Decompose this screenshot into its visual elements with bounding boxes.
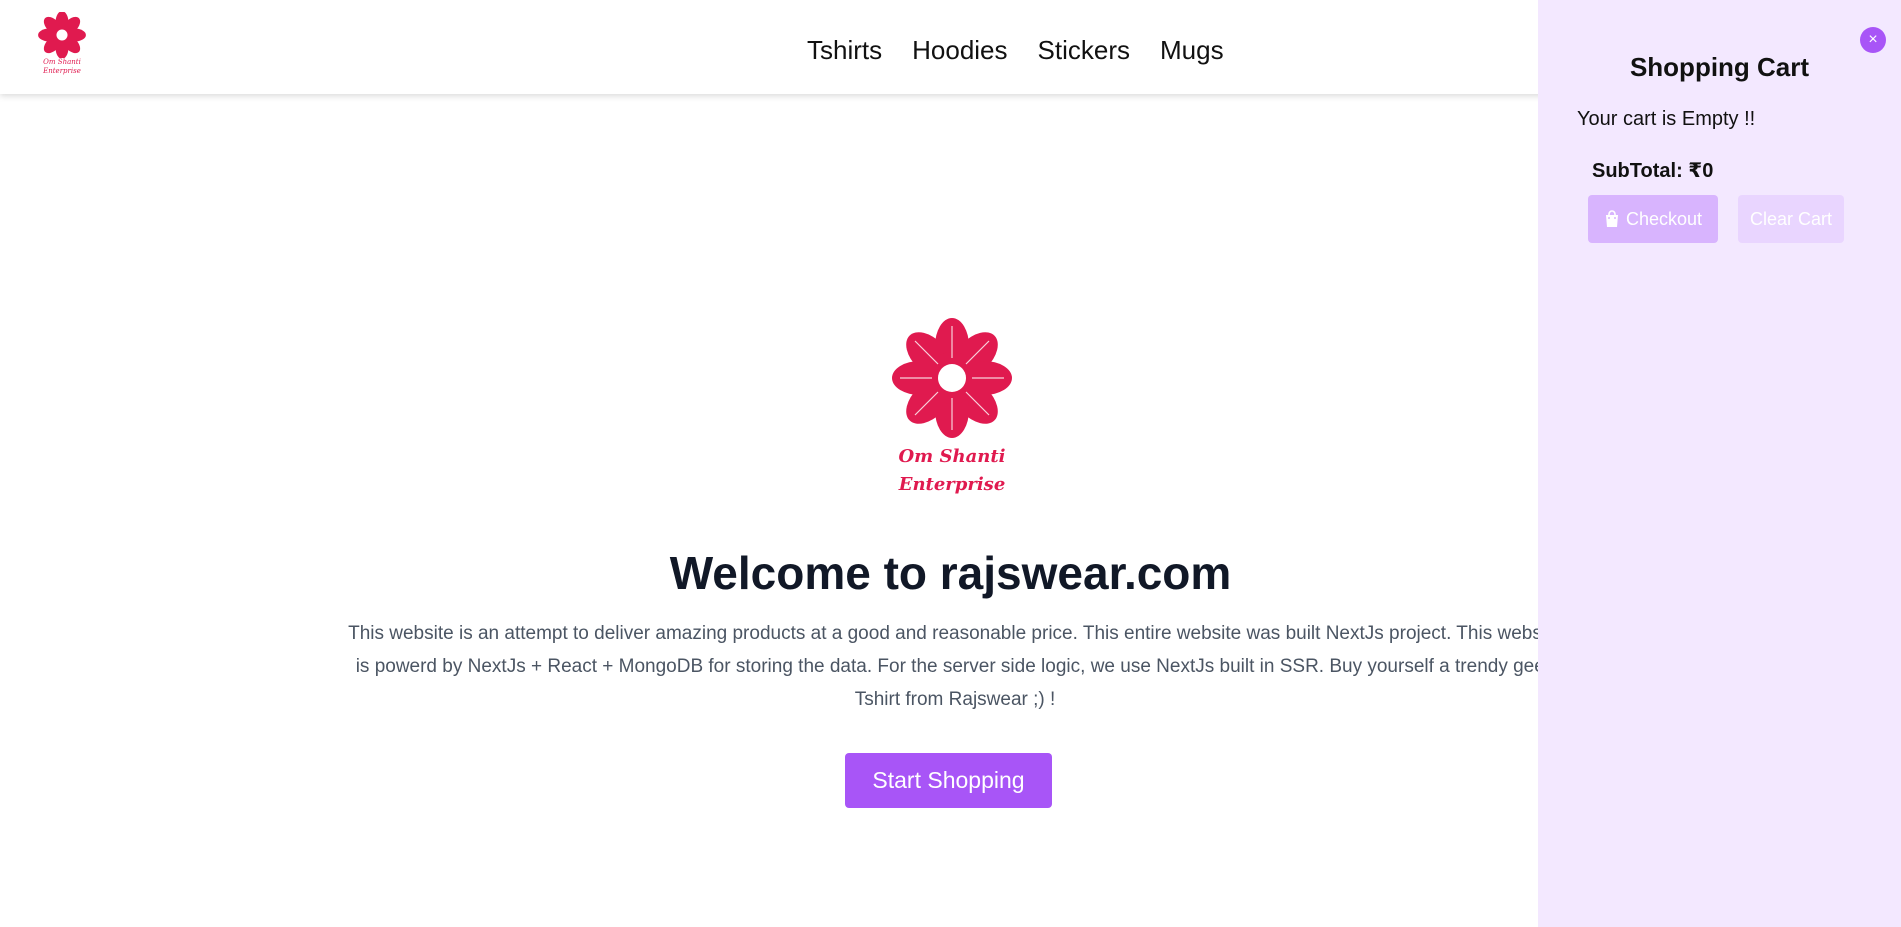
- cart-title: Shopping Cart: [1629, 52, 1810, 82]
- nav-mugs[interactable]: Mugs: [1160, 33, 1224, 67]
- nav-stickers[interactable]: Stickers: [1038, 33, 1130, 67]
- nav-hoodies[interactable]: Hoodies: [912, 33, 1007, 67]
- start-shopping-button[interactable]: Start Shopping: [845, 753, 1052, 808]
- cart-empty-message: Your cart is Empty !!: [1577, 108, 1756, 130]
- shopping-bag-icon: [1605, 210, 1618, 227]
- main-nav: Tshirts Hoodies Stickers Mugs: [807, 33, 1224, 67]
- checkout-button[interactable]: Checkout: [1588, 195, 1718, 243]
- logo-text: Om Shanti Enterprise: [38, 58, 86, 76]
- checkout-label: Checkout: [1625, 208, 1703, 229]
- hero-logo: Om Shanti Enterprise: [892, 318, 1012, 499]
- hero-logo-text: Om Shanti Enterprise: [892, 443, 1012, 499]
- hero-logo-text-line2: Enterprise: [898, 474, 1006, 495]
- logo-text-line2: Enterprise: [43, 67, 81, 75]
- shopping-cart-sidebar: [1538, 0, 1901, 927]
- hero-description: This website is an attempt to deliver am…: [348, 623, 1562, 710]
- brand-logo[interactable]: Om Shanti Enterprise: [38, 12, 86, 84]
- hero-logo-text-line1: Om Shanti: [898, 446, 1006, 467]
- nav-tshirts[interactable]: Tshirts: [807, 33, 882, 67]
- flower-logo-icon: [38, 12, 86, 58]
- logo-text-line1: Om Shanti: [43, 58, 81, 66]
- clear-cart-button[interactable]: Clear Cart: [1738, 195, 1844, 243]
- cart-subtotal: SubTotal: ₹0: [1592, 160, 1714, 182]
- close-icon[interactable]: ×: [1860, 27, 1886, 53]
- flower-logo-icon: [892, 318, 1012, 438]
